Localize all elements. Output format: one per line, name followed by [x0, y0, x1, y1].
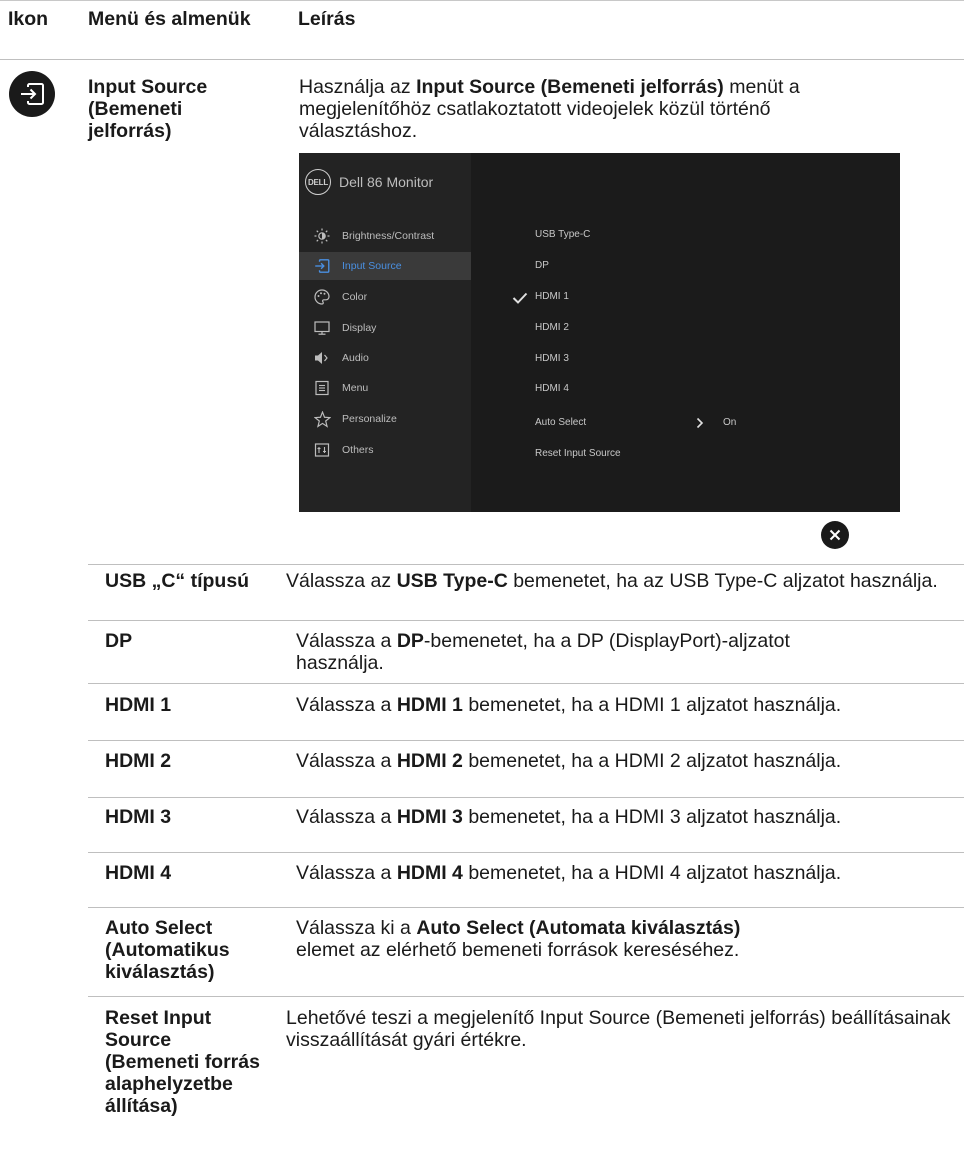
osd-menu-label: Menu	[342, 382, 369, 394]
osd-menu-personalize[interactable]: Personalize	[299, 405, 471, 433]
osd-brand: DELL Dell 86 Monitor	[305, 169, 433, 195]
osd-menu-color[interactable]: Color	[299, 283, 471, 311]
row-desc-hdmi3: Válassza a HDMI 3 bemenetet, ha a HDMI 3…	[296, 806, 842, 828]
others-icon	[313, 441, 331, 459]
menu-icon	[313, 379, 331, 397]
osd-screenshot: DELL Dell 86 Monitor Brightness/Contrast…	[299, 153, 900, 512]
osd-menu-label: Personalize	[342, 413, 397, 425]
osd-menu-display[interactable]: Display	[299, 314, 471, 342]
row-desc-hdmi4: Válassza a HDMI 4 bemenetet, ha a HDMI 4…	[296, 862, 842, 884]
osd-menu-label: Color	[342, 291, 368, 303]
display-icon	[313, 319, 331, 337]
close-icon[interactable]	[821, 521, 849, 549]
osd-menu-label: Input Source	[342, 260, 402, 272]
input-source-icon	[313, 257, 331, 275]
osd-submenu-auto-select[interactable]: Auto Select	[535, 417, 586, 428]
row-name-usb-c: USB „C“ típusú	[105, 570, 250, 592]
osd-submenu-hdmi4[interactable]: HDMI 4	[535, 383, 569, 394]
row-desc-auto-select: Válassza ki a Auto Select (Automata kivá…	[296, 917, 741, 961]
osd-menu-audio[interactable]: Audio	[299, 344, 471, 372]
row-desc-dp: Válassza a DP-bemenetet, ha a DP (Displa…	[296, 630, 790, 674]
main-description: Használja az Input Source (Bemeneti jelf…	[299, 76, 800, 142]
osd-submenu-hdmi3[interactable]: HDMI 3	[535, 353, 569, 364]
dell-logo: DELL	[305, 169, 331, 195]
row-name-reset-input-source: Reset Input Source (Bemeneti forrás alap…	[105, 1007, 260, 1117]
osd-menu-others[interactable]: Others	[299, 436, 471, 464]
row-name-dp: DP	[105, 630, 133, 652]
osd-menu-label: Others	[342, 444, 374, 456]
row-desc-hdmi1: Válassza a HDMI 1 bemenetet, ha a HDMI 1…	[296, 694, 842, 716]
osd-auto-select-value: On	[723, 417, 737, 428]
row-name-hdmi1: HDMI 1	[105, 694, 172, 716]
row-name-hdmi3: HDMI 3	[105, 806, 172, 828]
row-desc-usb-c: Válassza az USB Type-C bemenetet, ha az …	[286, 570, 938, 592]
header-icon: Ikon	[8, 8, 49, 30]
main-menu-label: Input Source (Bemeneti jelforrás)	[88, 76, 208, 142]
osd-menu-brightness[interactable]: Brightness/Contrast	[299, 222, 471, 250]
row-desc-hdmi2: Válassza a HDMI 2 bemenetet, ha a HDMI 2…	[296, 750, 842, 772]
osd-submenu-dp[interactable]: DP	[535, 260, 549, 271]
row-desc-reset-input-source: Lehetővé teszi a megjelenítő Input Sourc…	[286, 1007, 951, 1051]
color-icon	[313, 288, 331, 306]
osd-menu-input-source[interactable]: Input Source	[299, 252, 471, 280]
star-icon	[313, 410, 331, 428]
row-name-hdmi2: HDMI 2	[105, 750, 172, 772]
osd-submenu-reset-input-source[interactable]: Reset Input Source	[535, 448, 621, 459]
input-source-icon	[9, 71, 55, 117]
row-name-hdmi4: HDMI 4	[105, 862, 172, 884]
header-menu: Menü és almenük	[88, 8, 251, 30]
header-description: Leírás	[298, 8, 356, 30]
audio-icon	[313, 349, 331, 367]
osd-menu-menu[interactable]: Menu	[299, 374, 471, 402]
checkmark-icon	[512, 291, 528, 309]
brightness-icon	[313, 227, 331, 245]
osd-submenu-hdmi1[interactable]: HDMI 1	[535, 291, 569, 302]
chevron-right-icon	[696, 416, 704, 434]
osd-submenu-hdmi2[interactable]: HDMI 2	[535, 322, 569, 333]
osd-menu-label: Audio	[342, 352, 369, 364]
osd-submenu-usb-type-c[interactable]: USB Type-C	[535, 229, 590, 240]
osd-menu-label: Brightness/Contrast	[342, 230, 435, 242]
osd-menu-label: Display	[342, 322, 377, 334]
osd-title: Dell 86 Monitor	[339, 174, 434, 190]
row-name-auto-select: Auto Select (Automatikus kiválasztás)	[105, 917, 230, 983]
